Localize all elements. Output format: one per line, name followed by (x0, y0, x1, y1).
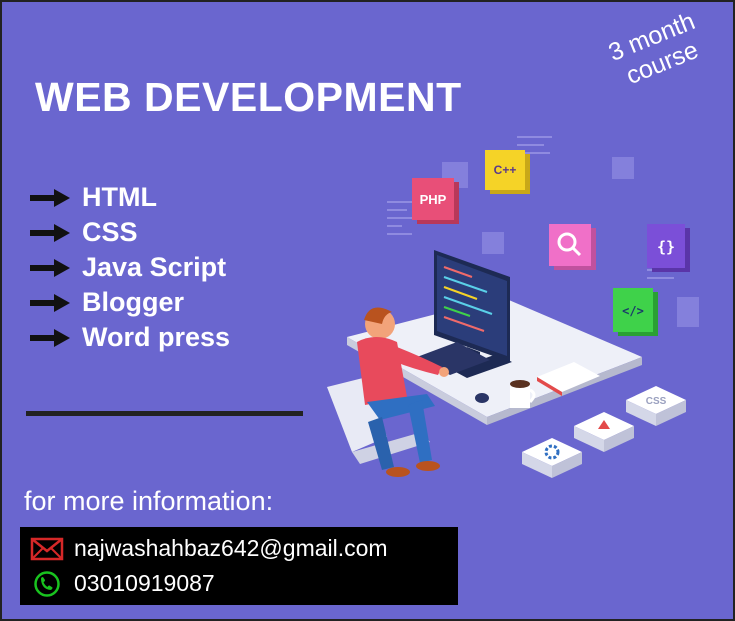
arrow-right-icon (30, 188, 70, 207)
code-tile-label: </> (622, 304, 644, 318)
course-label: Java Script (82, 252, 227, 282)
search-tile (549, 224, 596, 270)
page-title: WEB DEVELOPMENT (35, 74, 462, 120)
phone-row: 03010919087 (30, 570, 215, 597)
email-address[interactable]: najwashahbaz642@gmail.com (74, 535, 388, 562)
php-tile-label: PHP (420, 192, 447, 207)
course-label: Word press (82, 322, 231, 352)
arrow-right-icon (30, 328, 70, 347)
braces-tile-label: {} (657, 238, 675, 256)
divider (26, 411, 303, 416)
background-square (612, 157, 634, 179)
developer-illustration: PHP C++ {} </> CSS (327, 136, 699, 478)
cpp-tile: C++ (485, 150, 530, 194)
list-item: Blogger (30, 285, 230, 320)
course-duration-badge: 3 month course (586, 2, 728, 100)
css-platform: CSS (626, 386, 686, 426)
video-platform (574, 412, 634, 452)
background-square (482, 232, 504, 254)
course-list: HTML CSS Java Script Blogger Word press (30, 180, 230, 355)
code-tile: </> (613, 288, 658, 336)
poster: WEB DEVELOPMENT 3 month course HTML CSS … (0, 0, 735, 621)
contact-box: najwashahbaz642@gmail.com 03010919087 (20, 527, 458, 605)
css-platform-label: CSS (646, 396, 667, 407)
list-item: HTML (30, 180, 230, 215)
background-square (677, 297, 699, 327)
arrow-right-icon (30, 258, 70, 277)
braces-tile: {} (647, 224, 690, 272)
list-item: CSS (30, 215, 230, 250)
list-item: Word press (30, 320, 230, 355)
arrow-right-icon (30, 293, 70, 312)
course-label: HTML (82, 182, 157, 212)
phone-number[interactable]: 03010919087 (74, 570, 215, 597)
settings-platform (522, 438, 582, 478)
arrow-right-icon (30, 223, 70, 242)
course-label: CSS (82, 217, 138, 247)
cpp-tile-label: C++ (494, 163, 517, 177)
phone-icon (34, 570, 60, 597)
php-tile: PHP (412, 178, 459, 224)
list-item: Java Script (30, 250, 230, 285)
mouse (475, 393, 489, 403)
email-row: najwashahbaz642@gmail.com (30, 535, 388, 562)
course-label: Blogger (82, 287, 185, 317)
info-heading: for more information: (24, 486, 274, 516)
envelope-icon (30, 537, 64, 560)
